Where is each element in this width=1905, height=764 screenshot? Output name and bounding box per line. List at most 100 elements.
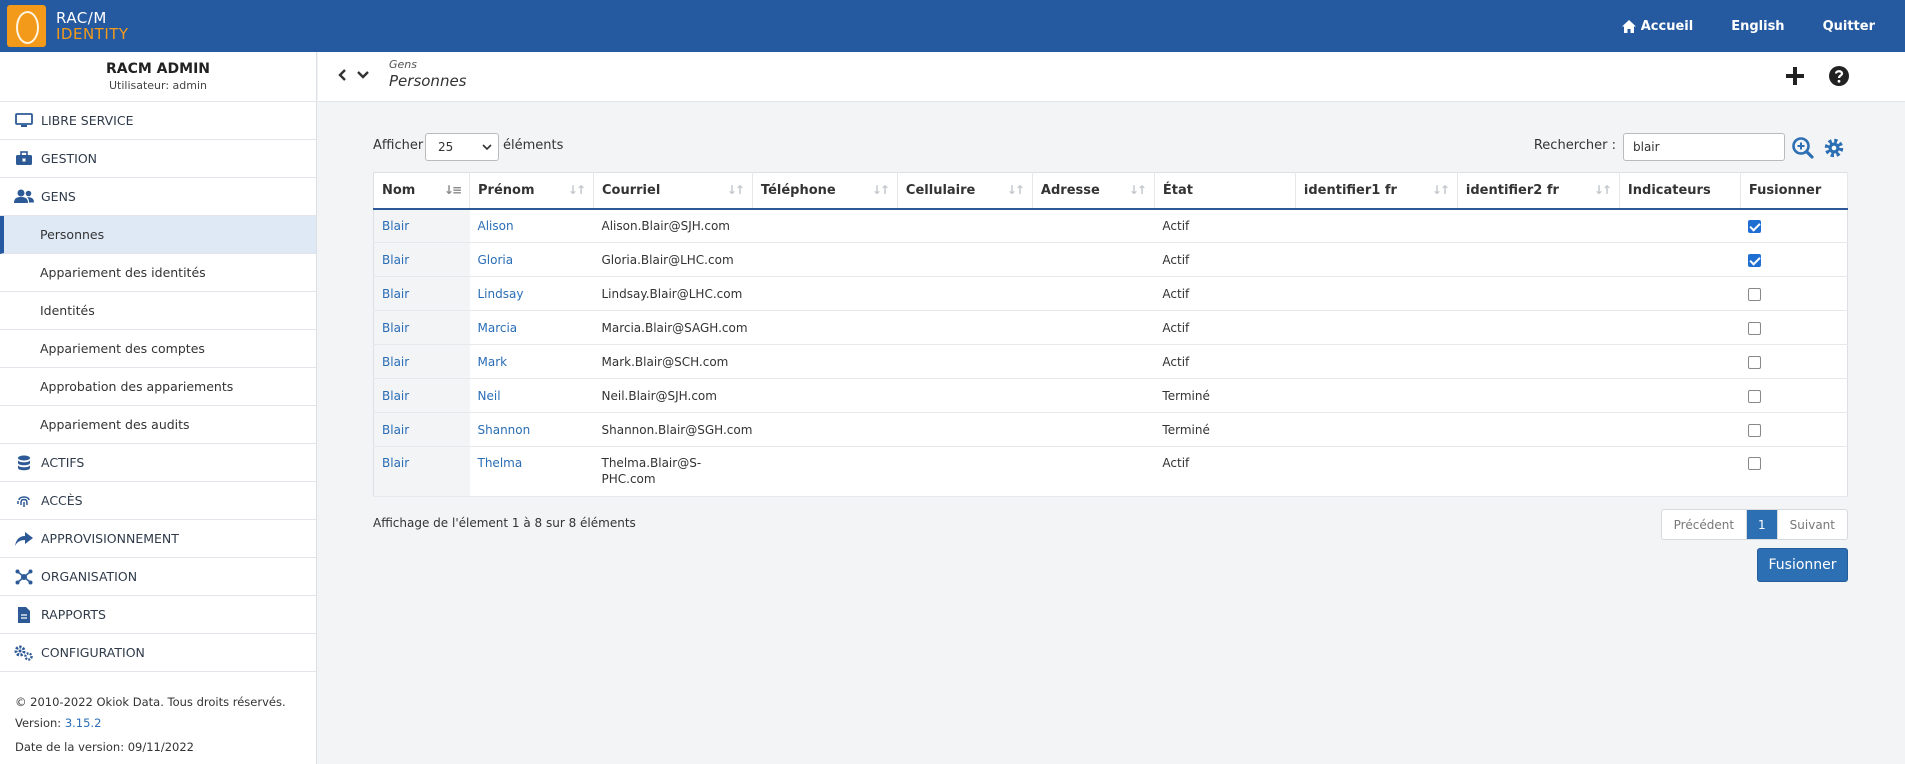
row-prenom-link[interactable]: Shannon <box>478 423 531 437</box>
sidebar-item-label: APPROVISIONNEMENT <box>41 531 179 546</box>
row-prenom-link[interactable]: Gloria <box>478 253 514 267</box>
row-courriel: Thelma.Blair@S- PHC.com <box>593 446 753 497</box>
sidebar-item-rapports[interactable]: RAPPORTS <box>0 596 316 634</box>
toolbox-icon <box>13 151 35 166</box>
language-link[interactable]: English <box>1731 19 1784 34</box>
row-courriel: Alison.Blair@SJH.com <box>593 208 753 243</box>
row-nom-link[interactable]: Blair <box>382 287 409 301</box>
row-prenom-link[interactable]: Alison <box>478 219 514 233</box>
sidebar-item-identites[interactable]: Identités <box>0 292 316 330</box>
row-prenom-link[interactable]: Neil <box>478 389 501 403</box>
row-courriel: Gloria.Blair@LHC.com <box>593 242 753 277</box>
col-cellulaire[interactable]: Cellulaire ↓↑ <box>897 172 1033 210</box>
sidebar-item-actifs[interactable]: ACTIFS <box>0 444 316 482</box>
show-suffix: éléments <box>503 138 564 153</box>
sidebar-item-gens[interactable]: GENS <box>0 178 316 216</box>
share-icon <box>13 531 35 546</box>
col-telephone[interactable]: Téléphone ↓↑ <box>752 172 898 210</box>
merge-checkbox[interactable] <box>1748 287 1762 301</box>
col-identifier1[interactable]: identifier1 fr ↓↑ <box>1295 172 1458 210</box>
sidebar-item-libre-service[interactable]: LIBRE SERVICE <box>0 102 316 140</box>
pagination: Précédent 1 Suivant <box>1660 509 1848 540</box>
sidebar-item-label: ACTIFS <box>41 455 85 470</box>
gear-icon[interactable] <box>1823 137 1845 159</box>
help-icon[interactable] <box>1828 65 1850 87</box>
people-table: Nom ↓≡ Prénom ↓↑ Courriel ↓↑ Téléphone ↓↑ Ce… <box>373 172 1849 497</box>
sidebar: RACM ADMIN Utilisateur: admin LIBRE SERV… <box>0 52 317 764</box>
col-nom[interactable]: Nom ↓≡ <box>373 172 470 210</box>
brand-line2: IDENTITY <box>56 25 129 43</box>
home-link[interactable]: Accueil <box>1621 19 1693 34</box>
sidebar-item-appariement-audits[interactable]: Appariement des audits <box>0 406 316 444</box>
sidebar-item-label: GENS <box>41 189 76 204</box>
fingerprint-icon <box>13 493 35 509</box>
col-courriel[interactable]: Courriel ↓↑ <box>593 172 753 210</box>
sidebar-item-acces[interactable]: ACCÈS <box>0 482 316 520</box>
sort-icon: ↓↑ <box>1593 183 1612 197</box>
main-content: Afficher 25 éléments Rechercher : Nom↓≡ … <box>373 130 1849 582</box>
copyright: © 2010-2022 Okiok Data. Tous droits rése… <box>15 695 286 709</box>
sidebar-item-label: ACCÈS <box>41 493 83 508</box>
col-etat[interactable]: État <box>1154 172 1296 210</box>
prev-page-button[interactable]: Précédent <box>1662 510 1748 539</box>
row-prenom-link[interactable]: Mark <box>478 355 508 369</box>
page-header: Gens Personnes <box>318 52 1905 102</box>
version-date: Date de la version: 09/11/2022 <box>15 740 195 754</box>
merge-checkbox[interactable] <box>1748 321 1762 335</box>
row-prenom-link[interactable]: Lindsay <box>478 287 524 301</box>
chevron-left-icon[interactable] <box>336 68 348 82</box>
merge-checkbox[interactable] <box>1748 389 1762 403</box>
sidebar-item-configuration[interactable]: CONFIGURATION <box>0 634 316 672</box>
sidebar-item-organisation[interactable]: ORGANISATION <box>0 558 316 596</box>
sidebar-item-appariement-identites[interactable]: Appariement des identités <box>0 254 316 292</box>
merge-checkbox[interactable] <box>1748 355 1762 369</box>
sidebar-item-approvisionnement[interactable]: APPROVISIONNEMENT <box>0 520 316 558</box>
col-identifier2[interactable]: identifier2 fr ↓↑ <box>1457 172 1620 210</box>
page-1-button[interactable]: 1 <box>1747 510 1778 539</box>
table-row: Blair Mark Mark.Blair@SCH.com Actif <box>373 344 1848 379</box>
sidebar-item-approbation[interactable]: Approbation des appariements <box>0 368 316 406</box>
version-link[interactable]: 3.15.2 <box>65 716 102 730</box>
merge-checkbox[interactable] <box>1748 253 1762 267</box>
sidebar-footer: © 2010-2022 Okiok Data. Tous droits rése… <box>0 672 316 758</box>
row-etat: Actif <box>1154 344 1296 379</box>
quit-link[interactable]: Quitter <box>1823 19 1875 34</box>
search-label: Rechercher : <box>1533 138 1616 153</box>
row-nom-link[interactable]: Blair <box>382 253 409 267</box>
row-prenom-link[interactable]: Thelma <box>478 456 523 470</box>
next-page-button[interactable]: Suivant <box>1778 510 1847 539</box>
merge-checkbox[interactable] <box>1748 457 1762 470</box>
page-size-select[interactable]: 25 <box>425 133 499 161</box>
sidebar-item-gestion[interactable]: GESTION <box>0 140 316 178</box>
table-row: Blair Lindsay Lindsay.Blair@LHC.com Acti… <box>373 276 1848 311</box>
col-adresse[interactable]: Adresse ↓↑ <box>1032 172 1155 210</box>
brand-logo[interactable]: RAC/M IDENTITY <box>7 3 129 49</box>
admin-user: Utilisateur: admin <box>108 79 208 92</box>
table-header-row: Nom ↓≡ Prénom ↓↑ Courriel ↓↑ Téléphone ↓↑ Ce… <box>373 172 1849 210</box>
table-row: Blair Neil Neil.Blair@SJH.com Terminé <box>373 378 1848 413</box>
search-plus-icon[interactable] <box>1792 137 1814 159</box>
table-row: Blair Marcia Marcia.Blair@SAGH.com Actif <box>373 310 1848 345</box>
col-prenom[interactable]: Prénom ↓↑ <box>469 172 594 210</box>
merge-checkbox[interactable] <box>1748 423 1762 437</box>
sort-icon: ↓↑ <box>1128 183 1147 197</box>
breadcrumb-parent[interactable]: Gens <box>389 58 467 71</box>
sidebar-item-personnes[interactable]: Personnes <box>0 216 316 254</box>
merge-checkbox[interactable] <box>1748 219 1762 233</box>
search-input[interactable] <box>1623 133 1785 161</box>
merge-button[interactable]: Fusionner <box>1757 548 1848 582</box>
admin-header: RACM ADMIN Utilisateur: admin <box>0 52 316 102</box>
users-icon <box>13 189 35 204</box>
row-nom-link[interactable]: Blair <box>382 423 409 437</box>
row-prenom-link[interactable]: Marcia <box>478 321 518 335</box>
add-icon[interactable] <box>1784 65 1806 87</box>
row-nom-link[interactable]: Blair <box>382 321 409 335</box>
chevron-down-icon[interactable] <box>356 68 370 82</box>
row-nom-link[interactable]: Blair <box>382 389 409 403</box>
row-nom-link[interactable]: Blair <box>382 219 409 233</box>
sidebar-item-appariement-comptes[interactable]: Appariement des comptes <box>0 330 316 368</box>
row-nom-link[interactable]: Blair <box>382 355 409 369</box>
sidebar-item-label: LIBRE SERVICE <box>41 113 134 128</box>
row-nom-link[interactable]: Blair <box>382 456 409 470</box>
row-etat: Actif <box>1154 276 1296 311</box>
